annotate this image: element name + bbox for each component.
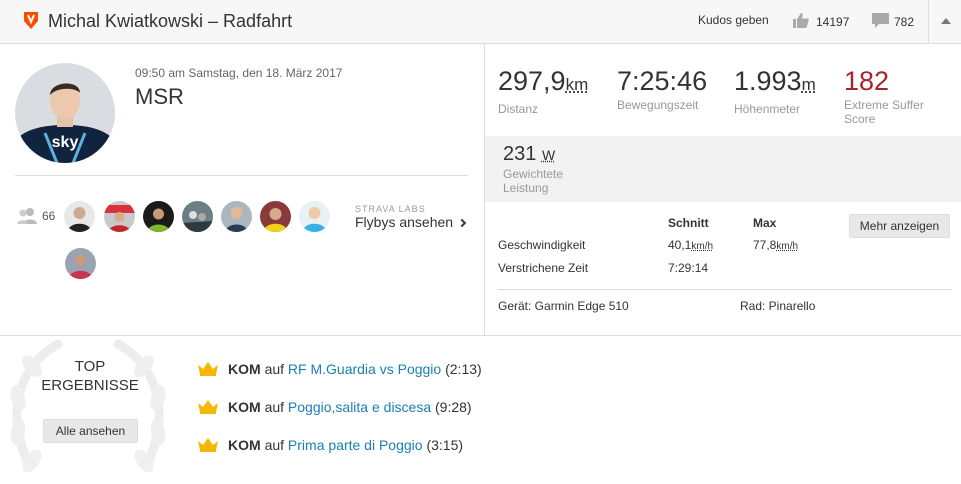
page-title: Michal Kwiatkowski – Radfahrt <box>48 11 293 31</box>
kom-label: KOM <box>228 361 261 377</box>
elevation-unit: m <box>801 75 816 94</box>
device-info: Gerät: Garmin Edge 510 <box>498 299 629 313</box>
activity-name: MSR <box>135 84 184 109</box>
speed-max: 77,8km/h <box>753 238 798 252</box>
flybys-link-label: Flybys ansehen <box>355 214 454 230</box>
distance-unit: km <box>565 75 589 94</box>
moving-time-value: 7:25:46 <box>617 66 708 96</box>
segment-link[interactable]: Prima parte di Poggio <box>288 437 423 453</box>
comment-count[interactable]: 782 <box>894 15 914 29</box>
give-kudos-label[interactable]: Kudos geben <box>698 13 769 27</box>
kom-on: auf <box>264 361 285 377</box>
group-athlete-avatar[interactable] <box>182 201 213 232</box>
distance-value: 297,9 <box>498 66 566 96</box>
group-athlete-avatar[interactable] <box>104 201 135 232</box>
speed-unit: km/h <box>691 241 714 252</box>
suffer-score-value: 182 <box>844 66 890 96</box>
top-result-item: KOM auf Poggio,salita e discesa (9:28) <box>198 399 472 415</box>
stat-distance: 297,9km Distanz <box>498 66 588 116</box>
distance-label: Distanz <box>498 102 539 116</box>
segment-link[interactable]: Poggio,salita e discesa <box>288 399 431 415</box>
collapse-button[interactable] <box>928 0 961 43</box>
strava-activity-badge-icon <box>24 12 38 29</box>
top-result-item: KOM auf RF M.Guardia vs Poggio (2:13) <box>198 361 482 377</box>
divider <box>15 175 468 176</box>
kom-on: auf <box>264 399 285 415</box>
column-header-average: Schnitt <box>668 216 709 230</box>
top-results-title: TOP ERGEBNISSE <box>20 357 160 395</box>
top-results-title-line1: TOP <box>74 358 106 375</box>
kom-on: auf <box>264 437 285 453</box>
speed-max-value: 77,8 <box>753 238 777 252</box>
segment-time: (2:13) <box>445 361 482 377</box>
speed-average-value: 40,1 <box>668 238 692 252</box>
stat-weighted-power: 231 W Gewichtete Leistung <box>503 143 583 195</box>
group-athlete-avatar[interactable] <box>260 201 291 232</box>
kom-label: KOM <box>228 399 261 415</box>
segment-link[interactable]: RF M.Guardia vs Poggio <box>288 361 441 377</box>
group-athlete-avatar[interactable] <box>64 201 95 232</box>
elevation-value: 1.993 <box>734 66 802 96</box>
flybys-link[interactable]: Flybys ansehen <box>355 214 467 230</box>
elevation-label: Höhenmeter <box>734 102 801 116</box>
view-all-button[interactable]: Alle ansehen <box>43 419 138 443</box>
strava-labs-label: STRAVA LABS <box>355 204 426 214</box>
group-athletes-icon[interactable] <box>17 207 37 224</box>
caret-up-icon <box>941 18 951 24</box>
svg-text:sky: sky <box>52 134 79 151</box>
group-athlete-avatar[interactable] <box>143 201 174 232</box>
thumbs-up-icon[interactable] <box>793 13 809 28</box>
group-athlete-avatar[interactable] <box>65 248 96 279</box>
stat-moving-time: 7:25:46 Bewegungszeit <box>617 66 707 112</box>
stat-elevation: 1.993m Höhenmeter <box>734 66 816 116</box>
divider <box>498 289 951 290</box>
bike-info: Rad: Pinarello <box>740 299 816 313</box>
crown-icon <box>198 362 218 376</box>
chevron-right-icon <box>457 218 467 228</box>
weighted-power-value: 231 <box>503 143 537 165</box>
weighted-power-unit: W <box>541 147 556 163</box>
activity-datetime: 09:50 am Samstag, den 18. März 2017 <box>135 66 343 80</box>
top-result-item: KOM auf Prima parte di Poggio (3:15) <box>198 437 463 453</box>
athlete-photo: sky <box>15 63 115 163</box>
athlete-avatar[interactable]: sky <box>15 63 115 163</box>
crown-icon <box>198 400 218 414</box>
group-athletes-count[interactable]: 66 <box>42 209 55 223</box>
kom-label: KOM <box>228 437 261 453</box>
crown-icon <box>198 438 218 452</box>
weighted-power-label: Gewichtete Leistung <box>503 167 564 195</box>
suffer-score-label: Extreme Suffer Score <box>844 98 924 126</box>
group-athlete-avatar[interactable] <box>299 201 330 232</box>
stat-suffer-score[interactable]: 182 Extreme Suffer Score <box>844 66 954 126</box>
moving-time-label: Bewegungszeit <box>617 98 699 112</box>
show-more-button[interactable]: Mehr anzeigen <box>849 214 950 238</box>
speed-label: Geschwindigkeit <box>498 238 586 252</box>
elapsed-time-label: Verstrichene Zeit <box>498 261 589 275</box>
segment-time: (9:28) <box>435 399 472 415</box>
elapsed-time-value: 7:29:14 <box>668 261 709 275</box>
kudos-count[interactable]: 14197 <box>816 15 849 29</box>
comment-icon[interactable] <box>872 13 889 28</box>
group-athlete-avatar[interactable] <box>221 201 252 232</box>
speed-average: 40,1km/h <box>668 238 713 252</box>
speed-unit: km/h <box>776 241 799 252</box>
column-header-max: Max <box>753 216 777 230</box>
segment-time: (3:15) <box>426 437 464 453</box>
activity-header: Michal Kwiatkowski – Radfahrt Kudos gebe… <box>0 0 961 44</box>
top-results-title-line2: ERGEBNISSE <box>41 377 139 394</box>
